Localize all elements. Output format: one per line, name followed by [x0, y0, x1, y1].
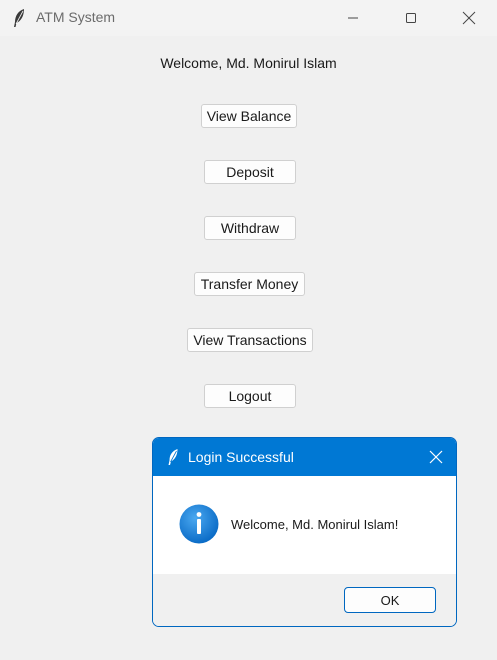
transfer-money-button[interactable]: Transfer Money — [194, 272, 305, 296]
welcome-label: Welcome, Md. Monirul Islam — [160, 55, 337, 71]
view-transactions-button[interactable]: View Transactions — [187, 328, 313, 352]
withdraw-button[interactable]: Withdraw — [204, 216, 296, 240]
feather-icon — [168, 449, 178, 465]
dialog-footer: OK — [153, 574, 456, 626]
dialog-close-button[interactable] — [426, 447, 446, 467]
close-button[interactable] — [446, 0, 492, 36]
close-icon — [429, 450, 443, 464]
ok-button[interactable]: OK — [344, 587, 436, 613]
dialog-title: Login Successful — [188, 449, 294, 465]
dialog-message: Welcome, Md. Monirul Islam! — [231, 517, 399, 532]
title-bar: ATM System — [0, 0, 497, 36]
minimize-button[interactable] — [330, 0, 376, 36]
window-title: ATM System — [36, 9, 116, 25]
feather-icon — [14, 9, 24, 27]
dialog-title-bar: Login Successful — [153, 438, 456, 476]
info-icon — [179, 504, 219, 544]
logout-button[interactable]: Logout — [204, 384, 296, 408]
maximize-icon — [406, 13, 416, 23]
view-balance-button[interactable]: View Balance — [201, 104, 297, 128]
maximize-button[interactable] — [388, 0, 434, 36]
close-icon — [462, 11, 476, 25]
login-successful-dialog: Login Successful Welcome, Md. Monirul Is… — [152, 437, 457, 627]
minimize-icon — [348, 17, 358, 19]
deposit-button[interactable]: Deposit — [204, 160, 296, 184]
dialog-body: Welcome, Md. Monirul Islam! — [153, 476, 456, 574]
